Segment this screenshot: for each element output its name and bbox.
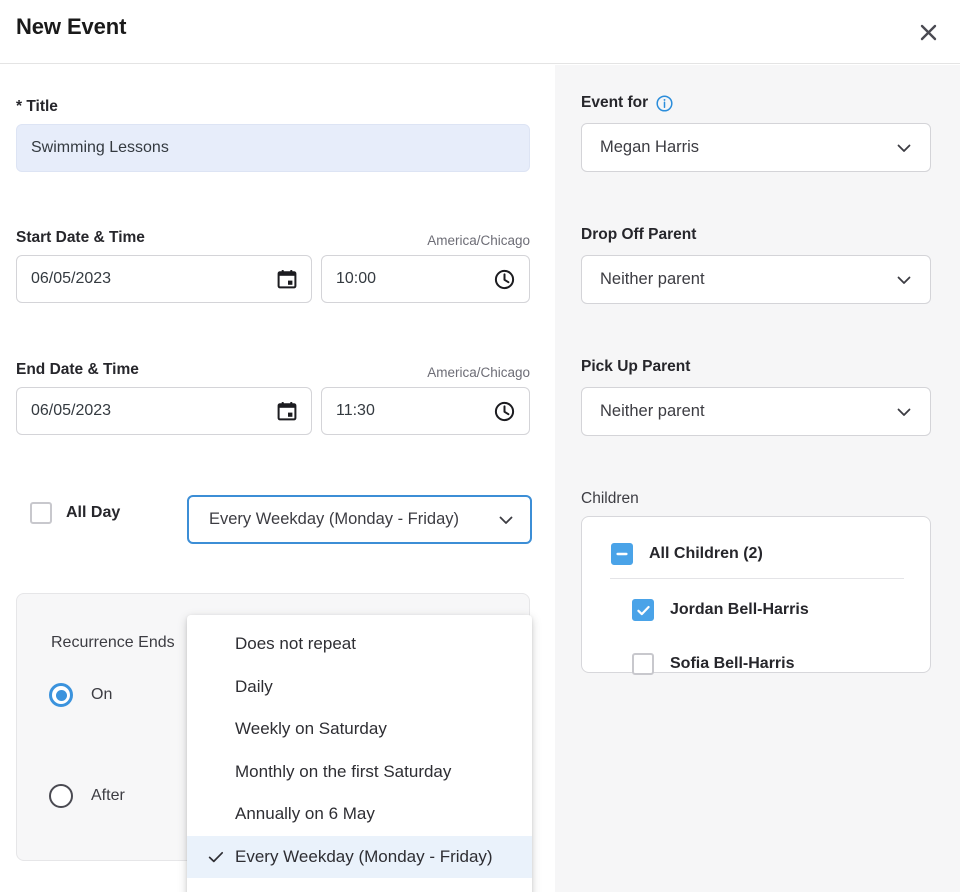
menu-item-label: Annually on 6 May bbox=[235, 804, 375, 824]
chevron-down-icon bbox=[496, 510, 516, 530]
child-row-sofia[interactable]: Sofia Bell-Harris bbox=[632, 653, 794, 675]
child-checkbox-jordan[interactable] bbox=[632, 599, 654, 621]
end-timezone-label: America/Chicago bbox=[406, 365, 530, 380]
all-children-label: All Children (2) bbox=[649, 545, 763, 563]
all-day-checkbox[interactable] bbox=[30, 502, 52, 524]
menu-item-weekly-on-saturday[interactable]: Weekly on Saturday bbox=[187, 708, 532, 751]
menu-item-monthly-on-the-first-saturday[interactable]: Monthly on the first Saturday bbox=[187, 751, 532, 794]
pick-up-parent-label: Pick Up Parent bbox=[581, 358, 690, 376]
left-panel: * Title Swimming Lessons Start Date & Ti… bbox=[0, 65, 554, 892]
end-time-input[interactable]: 11:30 bbox=[321, 387, 530, 435]
menu-item-every-weekday[interactable]: Every Weekday (Monday - Friday) bbox=[187, 836, 532, 879]
menu-item-label: Daily bbox=[235, 677, 273, 697]
recurrence-select-value: Every Weekday (Monday - Friday) bbox=[209, 510, 459, 529]
modal-header: New Event bbox=[0, 0, 960, 64]
clock-icon[interactable] bbox=[494, 269, 515, 290]
start-date-input[interactable]: 06/05/2023 bbox=[16, 255, 312, 303]
radio-on-label: On bbox=[91, 686, 112, 704]
child-name-sofia: Sofia Bell-Harris bbox=[670, 655, 794, 673]
children-label: Children bbox=[581, 490, 639, 508]
recurrence-dropdown-menu[interactable]: Does not repeat Daily Weekly on Saturday… bbox=[187, 615, 532, 892]
chevron-down-icon bbox=[894, 402, 914, 422]
end-datetime-label: End Date & Time bbox=[16, 361, 139, 379]
info-icon[interactable] bbox=[656, 95, 673, 112]
menu-item-custom[interactable]: Custom... bbox=[187, 878, 532, 892]
recurrence-select[interactable]: Every Weekday (Monday - Friday) bbox=[187, 495, 532, 544]
event-for-value: Megan Harris bbox=[600, 138, 699, 157]
right-panel: Event for Megan Harris Dr bbox=[555, 65, 960, 892]
calendar-icon[interactable] bbox=[277, 269, 297, 289]
start-time-input[interactable]: 10:00 bbox=[321, 255, 530, 303]
child-row-jordan[interactable]: Jordan Bell-Harris bbox=[632, 599, 809, 621]
start-date-value: 06/05/2023 bbox=[31, 270, 111, 288]
end-date-value: 06/05/2023 bbox=[31, 402, 111, 420]
check-icon bbox=[207, 848, 225, 866]
radio-after-label: After bbox=[91, 787, 125, 805]
drop-off-parent-value: Neither parent bbox=[600, 270, 705, 289]
title-field-label: * Title bbox=[16, 98, 58, 116]
radio-after[interactable] bbox=[49, 784, 73, 808]
clock-icon[interactable] bbox=[494, 401, 515, 422]
all-children-checkbox[interactable] bbox=[611, 543, 633, 565]
end-time-value: 11:30 bbox=[336, 402, 375, 420]
pick-up-parent-value: Neither parent bbox=[600, 402, 705, 421]
children-divider bbox=[610, 578, 904, 579]
start-datetime-label: Start Date & Time bbox=[16, 229, 145, 247]
end-date-input[interactable]: 06/05/2023 bbox=[16, 387, 312, 435]
chevron-down-icon bbox=[894, 270, 914, 290]
page-title: New Event bbox=[16, 14, 126, 40]
calendar-icon[interactable] bbox=[277, 401, 297, 421]
all-day-label: All Day bbox=[66, 504, 120, 522]
title-input-value: Swimming Lessons bbox=[31, 139, 169, 157]
modal-body: * Title Swimming Lessons Start Date & Ti… bbox=[0, 65, 960, 892]
event-for-label: Event for bbox=[581, 94, 648, 112]
menu-item-label: Monthly on the first Saturday bbox=[235, 762, 451, 782]
child-row-all[interactable]: All Children (2) bbox=[611, 543, 763, 565]
new-event-modal: New Event * Title Swimming Lessons Start… bbox=[0, 0, 960, 892]
menu-item-annually-on-6-may[interactable]: Annually on 6 May bbox=[187, 793, 532, 836]
recurrence-ends-title: Recurrence Ends bbox=[51, 634, 175, 652]
radio-on[interactable] bbox=[49, 683, 73, 707]
all-day-checkbox-row[interactable]: All Day bbox=[30, 502, 120, 524]
event-for-select[interactable]: Megan Harris bbox=[581, 123, 931, 172]
recurrence-ends-option-on[interactable]: On bbox=[49, 683, 112, 707]
menu-item-label: Does not repeat bbox=[235, 634, 356, 654]
menu-item-does-not-repeat[interactable]: Does not repeat bbox=[187, 623, 532, 666]
drop-off-parent-select[interactable]: Neither parent bbox=[581, 255, 931, 304]
child-checkbox-sofia[interactable] bbox=[632, 653, 654, 675]
event-for-label-row: Event for bbox=[581, 94, 673, 112]
menu-item-label: Every Weekday (Monday - Friday) bbox=[235, 847, 493, 867]
title-input[interactable]: Swimming Lessons bbox=[16, 124, 530, 172]
pick-up-parent-select[interactable]: Neither parent bbox=[581, 387, 931, 436]
menu-item-daily[interactable]: Daily bbox=[187, 666, 532, 709]
recurrence-ends-option-after[interactable]: After bbox=[49, 784, 125, 808]
close-icon bbox=[920, 24, 937, 41]
chevron-down-icon bbox=[894, 138, 914, 158]
start-timezone-label: America/Chicago bbox=[406, 233, 530, 248]
children-list: All Children (2) Jordan Bell-Harris Sofi… bbox=[581, 516, 931, 673]
drop-off-parent-label: Drop Off Parent bbox=[581, 226, 696, 244]
close-button[interactable] bbox=[908, 12, 948, 52]
menu-item-label: Weekly on Saturday bbox=[235, 719, 387, 739]
start-time-value: 10:00 bbox=[336, 270, 376, 288]
child-name-jordan: Jordan Bell-Harris bbox=[670, 601, 809, 619]
